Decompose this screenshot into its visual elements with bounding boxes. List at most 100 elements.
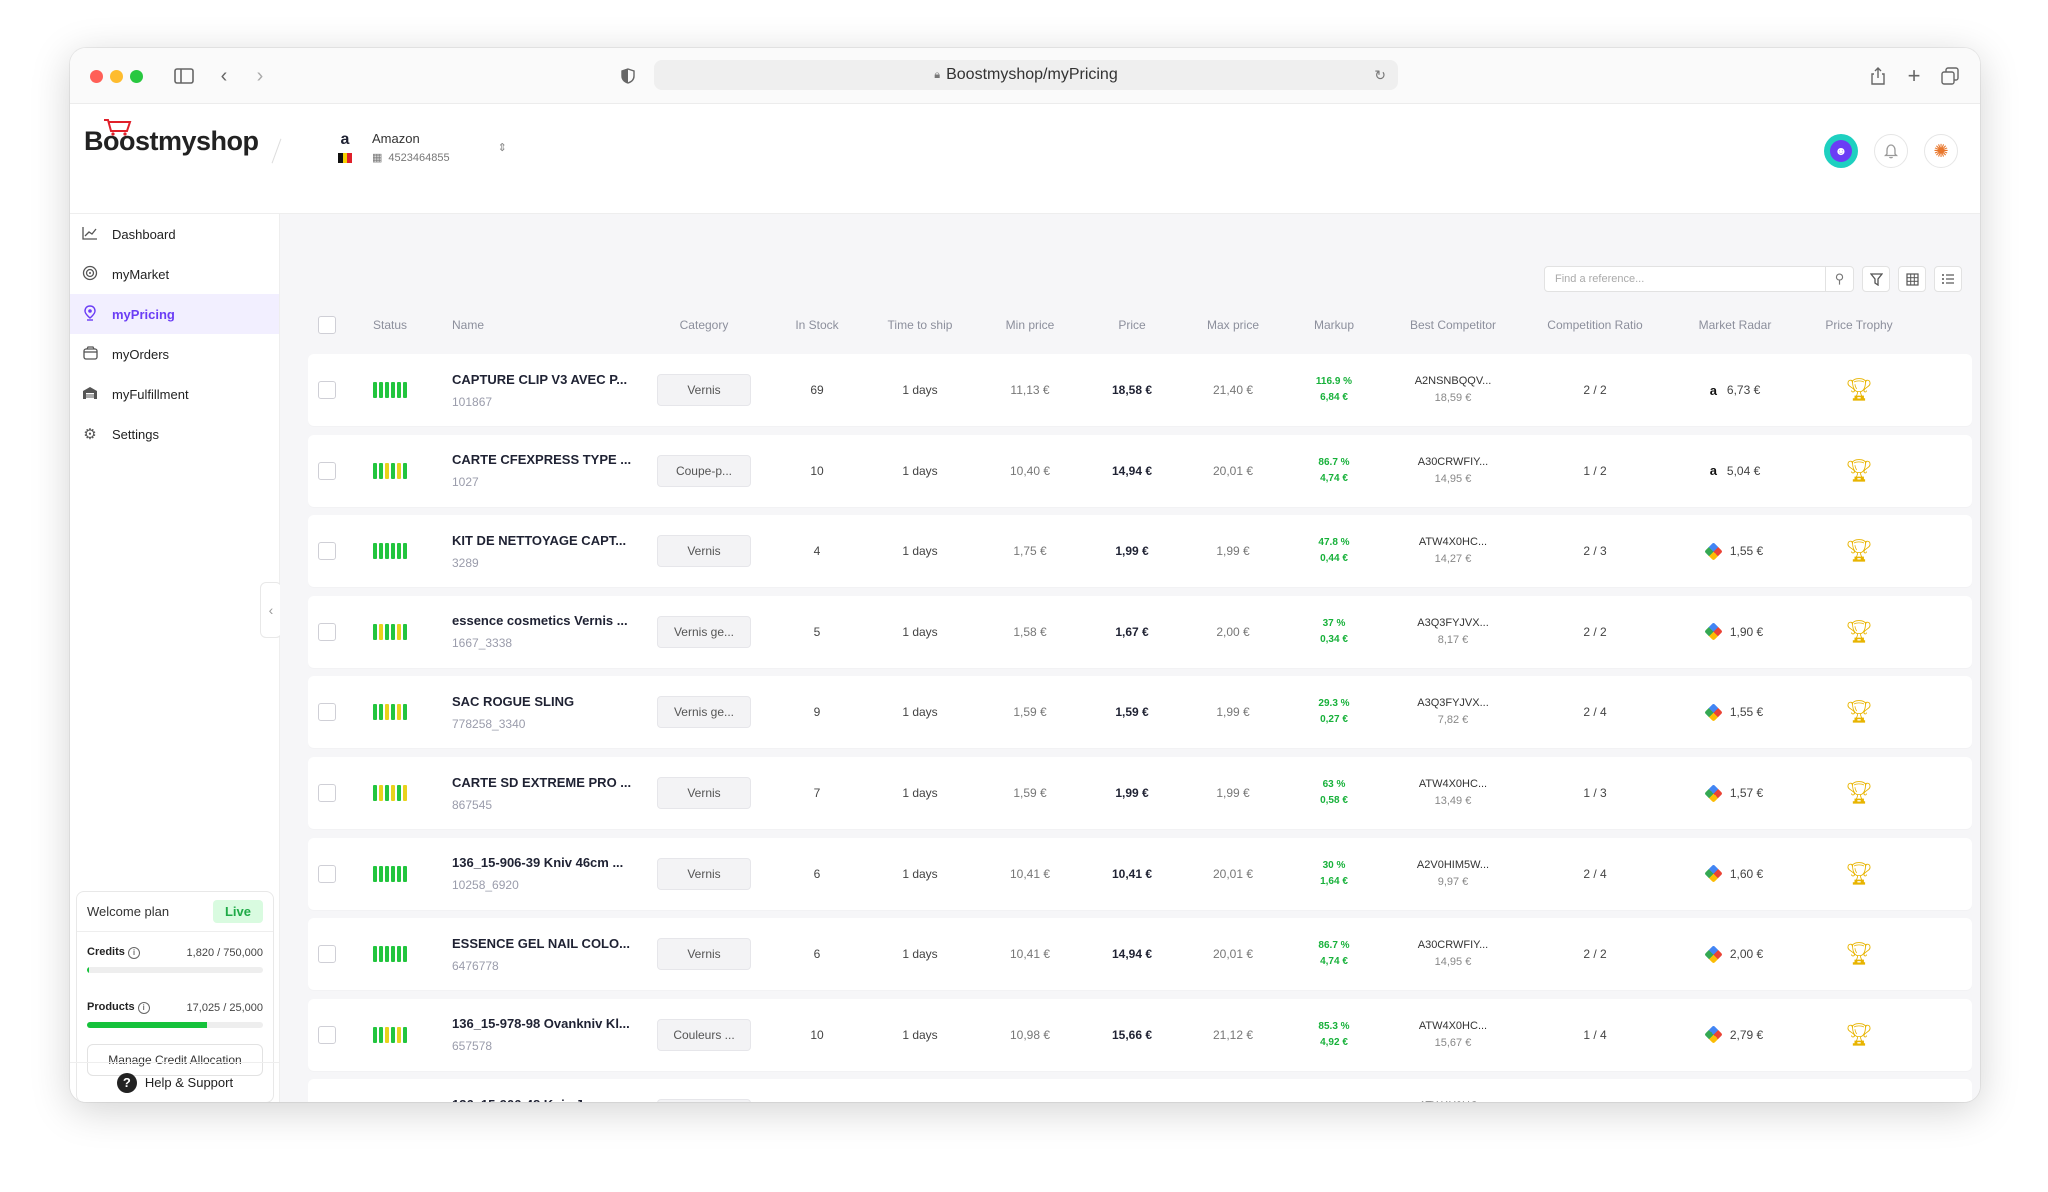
market-radar[interactable]: 1,90 € <box>1670 622 1800 641</box>
column-header-name[interactable]: Name <box>434 318 634 332</box>
trophy-icon[interactable]: 🏆︎ <box>1845 458 1873 483</box>
table-row[interactable]: KIT DE NETTOYAGE CAPT... 3289 Vernis 4 1 day… <box>308 515 1972 588</box>
table-row[interactable]: CARTE CFEXPRESS TYPE ... 1027 Coupe-p... 10… <box>308 434 1972 507</box>
row-checkbox[interactable] <box>318 381 336 399</box>
close-window-button[interactable] <box>90 70 103 83</box>
sidebar-item-mypricing[interactable]: myPricing <box>70 294 279 334</box>
category-badge[interactable]: Couleurs ... <box>657 1018 751 1051</box>
minimize-window-button[interactable] <box>110 70 123 83</box>
column-header-market-radar[interactable]: Market Radar <box>1670 318 1800 332</box>
product-name[interactable]: KIT DE NETTOYAGE CAPT... <box>452 533 634 548</box>
table-row[interactable]: essence cosmetics Vernis ... 1667_3338 Ver… <box>308 595 1972 668</box>
sidebar-item-settings[interactable]: ⚙ Settings <box>70 414 279 454</box>
market-radar[interactable]: 1,60 € <box>1670 864 1800 883</box>
market-radar[interactable]: 1,55 € <box>1670 541 1800 561</box>
table-row[interactable]: SAC ROGUE SLING 778258_3340 Vernis ge... 9 1… <box>308 676 1972 749</box>
best-competitor-id[interactable]: ATW4X0HC... <box>1386 534 1520 551</box>
select-all-checkbox[interactable] <box>318 316 336 334</box>
best-competitor-id[interactable]: A2NSNBQQV... <box>1386 373 1520 390</box>
category-badge[interactable]: Vernis <box>657 1099 751 1102</box>
user-avatar[interactable]: ☻ <box>1824 134 1858 168</box>
row-checkbox[interactable] <box>318 784 336 802</box>
category-badge[interactable]: Vernis <box>657 535 751 568</box>
sidebar-item-myorders[interactable]: myOrders <box>70 334 279 374</box>
best-competitor-id[interactable]: A30CRWFIY... <box>1386 937 1520 954</box>
market-radar[interactable]: a 6,73 € <box>1670 383 1800 398</box>
market-radar[interactable]: 1,57 € <box>1670 783 1800 803</box>
list-view-icon[interactable] <box>1934 266 1962 292</box>
forward-icon[interactable]: › <box>250 62 270 90</box>
market-radar[interactable]: 2,79 € <box>1670 1025 1800 1044</box>
trophy-icon[interactable]: 🏆︎ <box>1845 941 1873 966</box>
best-competitor-id[interactable]: A2V0HIM5W... <box>1386 857 1520 874</box>
table-row[interactable]: ESSENCE GEL NAIL COLO... 6476778 Vernis 6 1 … <box>308 918 1972 991</box>
column-header-best-competitor[interactable]: Best Competitor <box>1386 318 1520 332</box>
share-icon[interactable] <box>1868 62 1888 90</box>
column-header-price[interactable]: Price <box>1080 318 1184 332</box>
best-competitor-id[interactable]: ATW4X0HC... <box>1386 1018 1520 1035</box>
category-badge[interactable]: Vernis <box>657 938 751 971</box>
category-badge[interactable]: Vernis ge... <box>657 615 751 648</box>
category-badge[interactable]: Coupe-p... <box>657 454 751 487</box>
column-header-markup[interactable]: Markup <box>1282 318 1386 332</box>
info-icon[interactable]: i <box>137 1002 150 1014</box>
collapse-sidebar-button[interactable]: ‹ <box>260 582 282 638</box>
trophy-icon[interactable]: 🏆︎ <box>1845 780 1873 805</box>
maximize-window-button[interactable] <box>130 70 143 83</box>
search-icon[interactable]: ⚲ <box>1825 267 1853 291</box>
row-checkbox[interactable] <box>318 945 336 964</box>
row-checkbox[interactable] <box>318 703 336 722</box>
market-radar[interactable]: a 5,04 € <box>1670 463 1800 478</box>
column-header-min-price[interactable]: Min price <box>980 318 1080 332</box>
trophy-icon[interactable]: 🏆︎ <box>1845 861 1873 886</box>
sidebar-item-dashboard[interactable]: Dashboard <box>70 214 279 254</box>
category-badge[interactable]: Vernis <box>657 374 751 406</box>
reload-icon[interactable]: ↻ <box>1374 67 1386 84</box>
row-checkbox[interactable] <box>318 622 336 641</box>
table-row[interactable]: 136_15-978-98 Ovankniv Kl... 657578 Couleu… <box>308 998 1972 1071</box>
product-name[interactable]: 136_15-906-48 Kniv Jonser... <box>452 1097 634 1102</box>
chevron-updown-icon[interactable]: ⇕ <box>498 141 507 154</box>
product-name[interactable]: 136_15-978-98 Ovankniv Kl... <box>452 1016 634 1031</box>
trophy-icon[interactable]: 🏆︎ <box>1845 619 1873 644</box>
product-name[interactable]: essence cosmetics Vernis ... <box>452 613 634 628</box>
row-checkbox[interactable] <box>318 864 336 883</box>
column-header-time-to-ship[interactable]: Time to ship <box>860 318 980 332</box>
sidebar-item-myfulfillment[interactable]: myFulfillment <box>70 374 279 414</box>
tabs-overview-icon[interactable] <box>1940 62 1960 90</box>
search-input[interactable]: Find a reference... ⚲ <box>1544 266 1854 292</box>
category-badge[interactable]: Vernis <box>657 857 751 890</box>
table-row[interactable]: CAPTURE CLIP V3 AVEC P... 101867 Vernis 69 1… <box>308 354 1972 426</box>
column-header-status[interactable]: Status <box>346 318 434 332</box>
product-name[interactable]: CARTE CFEXPRESS TYPE ... <box>452 452 634 467</box>
new-tab-icon[interactable]: + <box>1904 62 1924 90</box>
sidebar-item-mymarket[interactable]: myMarket <box>70 254 279 294</box>
product-name[interactable]: CARTE SD EXTREME PRO ... <box>452 775 634 790</box>
market-radar[interactable]: 2,00 € <box>1670 944 1800 964</box>
product-name[interactable]: ESSENCE GEL NAIL COLO... <box>452 936 634 951</box>
boostmyshop-logo[interactable]: Boostmyshop <box>84 119 259 157</box>
trophy-icon[interactable]: 🏆︎ <box>1845 699 1873 724</box>
column-header-max-price[interactable]: Max price <box>1184 318 1282 332</box>
table-row[interactable]: 136_15-906-39 Kniv 46cm ... 10258_6920 Ver… <box>308 837 1972 910</box>
trophy-icon[interactable]: 🏆︎ <box>1845 377 1873 402</box>
back-icon[interactable]: ‹ <box>214 62 234 90</box>
row-checkbox[interactable] <box>318 1025 336 1044</box>
trophy-icon[interactable]: 🏆︎ <box>1845 1022 1873 1047</box>
address-bar[interactable]: 🔒︎ Boostmyshop/myPricing ↻ <box>654 60 1398 90</box>
best-competitor-id[interactable]: ATW4X0HC... <box>1386 776 1520 793</box>
store-selector[interactable]: a Amazon ▦ 4523464855 ⇕ <box>330 126 507 168</box>
category-badge[interactable]: Vernis ge... <box>657 696 751 729</box>
category-badge[interactable]: Vernis <box>657 777 751 809</box>
product-name[interactable]: 136_15-906-39 Kniv 46cm ... <box>452 855 634 870</box>
column-header-category[interactable]: Category <box>634 318 774 332</box>
table-row[interactable]: 136_15-906-48 Kniv Jonser...10332_3390Ve… <box>308 1079 1972 1102</box>
apps-grid-icon[interactable]: ✺ <box>1924 134 1958 168</box>
grid-view-icon[interactable] <box>1898 266 1926 292</box>
bell-icon[interactable] <box>1874 134 1908 168</box>
best-competitor-id[interactable]: A30CRWFIY... <box>1386 454 1520 471</box>
trophy-icon[interactable]: 🏆︎ <box>1845 538 1873 563</box>
product-name[interactable]: SAC ROGUE SLING <box>452 694 634 709</box>
best-competitor-id[interactable]: A3Q3FYJVX... <box>1386 695 1520 712</box>
best-competitor-id[interactable]: A3Q3FYJVX... <box>1386 615 1520 632</box>
